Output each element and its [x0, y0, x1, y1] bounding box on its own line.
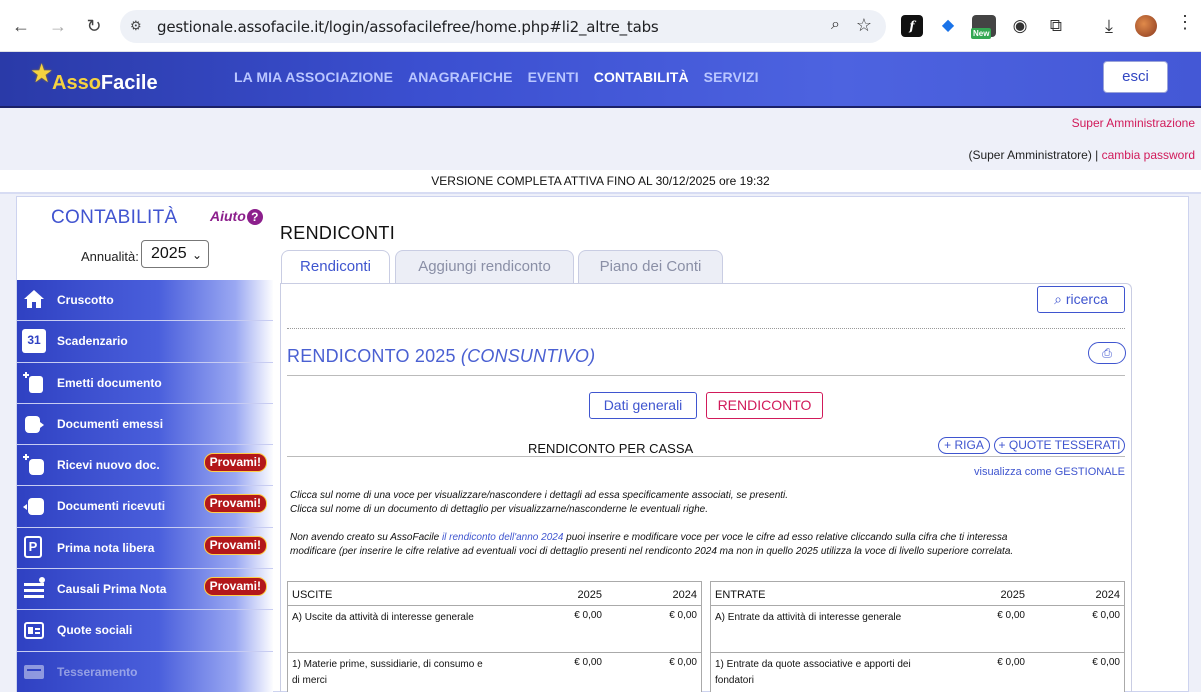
extension-f-icon[interactable]: f: [901, 15, 923, 37]
table-row[interactable]: 1) Materie prime, sussidiarie, di consum…: [288, 653, 701, 692]
general-data-button[interactable]: Dati generali: [589, 392, 697, 419]
instructions-line-2: Clicca sul nome di un documento di detta…: [290, 504, 709, 515]
instructions-paragraph: Non avendo creato su AssoFacile il rendi…: [290, 532, 1014, 557]
zoom-icon[interactable]: ⌕: [831, 16, 840, 34]
provami-badge[interactable]: Provami!: [203, 453, 267, 473]
exit-button[interactable]: esci: [1103, 61, 1168, 93]
help-link[interactable]: Aiuto?: [210, 208, 263, 225]
issued-documents-icon: [22, 412, 46, 436]
provami-badge[interactable]: Provami!: [203, 577, 267, 597]
new-badge: New: [971, 28, 992, 39]
table-row[interactable]: 1) Entrate da quote associative e apport…: [711, 653, 1124, 692]
sub-header: Super Amministrazione (Super Amministrat…: [0, 108, 1201, 170]
membership-card-icon: [22, 660, 46, 684]
menu-accounting[interactable]: CONTABILITÀ: [594, 69, 689, 85]
provami-badge[interactable]: Provami!: [203, 494, 267, 514]
reload-icon[interactable]: ↻: [82, 14, 106, 38]
profile-avatar[interactable]: [1135, 15, 1157, 37]
version-notice: VERSIONE COMPLETA ATTIVA FINO AL 30/12/2…: [0, 170, 1201, 194]
cash-report-title: RENDICONTO PER CASSA: [528, 441, 694, 456]
help-icon: ?: [246, 209, 263, 225]
home-icon: [22, 288, 46, 312]
journal-icon: P: [24, 535, 42, 558]
download-icon[interactable]: ⤓: [1098, 15, 1120, 37]
sidebar-item-emetti-documento[interactable]: Emetti documento: [17, 362, 274, 404]
table-row[interactable]: A) Entrate da attività di interesse gene…: [711, 606, 1124, 653]
rendiconti-panel: ⌕ ricerca RENDICONTO 2025 (CONSUNTIVO) ⎙…: [280, 283, 1132, 692]
back-icon[interactable]: ←: [9, 14, 33, 38]
sidebar-item-documenti-emessi[interactable]: Documenti emessi: [17, 403, 274, 446]
user-role: (Super Amministratore) |: [968, 148, 1099, 162]
report-subtitle: (CONSUNTIVO): [460, 346, 596, 366]
main-content: RENDICONTI Rendiconti Aggiungi rendicont…: [273, 196, 1189, 692]
sidebar-item-scadenzario[interactable]: 31 Scadenzario: [17, 321, 274, 363]
divider: [287, 456, 1125, 457]
sidebar-item-causali-prima-nota[interactable]: Causali Prima Nota Provami!: [17, 569, 274, 611]
change-password-link[interactable]: cambia password: [1102, 148, 1195, 162]
top-menu: LA MIA ASSOCIAZIONE ANAGRAFICHE EVENTI C…: [234, 69, 759, 85]
divider: [287, 328, 1125, 329]
table-row[interactable]: A) Uscite da attività di interesse gener…: [288, 606, 701, 653]
tab-rendiconti[interactable]: Rendiconti: [281, 250, 390, 284]
view-as-management-link[interactable]: visualizza come GESTIONALE: [974, 466, 1125, 478]
printer-icon: ⎙: [1102, 346, 1112, 360]
expenses-table: USCITE 2025 2024 A) Uscite da attività d…: [287, 581, 702, 692]
site-settings-icon[interactable]: ⚙: [130, 18, 142, 34]
sidebar-item-quote-sociali[interactable]: Quote sociali: [17, 610, 274, 652]
search-icon: ⌕: [1054, 291, 1062, 307]
menu-events[interactable]: EVENTI: [528, 69, 579, 85]
calendar-icon: 31: [22, 329, 46, 354]
sidebar-item-documenti-ricevuti[interactable]: Documenti ricevuti Provami!: [17, 486, 274, 528]
report-title: RENDICONTO 2025 (CONSUNTIVO): [287, 346, 596, 366]
browser-menu-icon[interactable]: ⋮: [1176, 12, 1194, 33]
year-label: Annualità:: [81, 249, 139, 264]
income-table: ENTRATE 2025 2024 A) Entrate da attività…: [710, 581, 1125, 692]
provami-badge[interactable]: Provami!: [203, 535, 267, 555]
add-row-button[interactable]: + RIGA: [938, 437, 990, 454]
received-documents-icon: [22, 494, 46, 518]
instructions-line-1: Clicca sul nome di una voce per visualiz…: [290, 490, 789, 501]
list-icon: [22, 577, 46, 601]
sidebar: CONTABILITÀ Aiuto? Annualità: 2025 ⌄ Crus…: [16, 196, 274, 692]
sidebar-item-cruscotto[interactable]: Cruscotto: [17, 280, 274, 322]
url-text: gestionale.assofacile.it/login/assofacil…: [157, 18, 659, 36]
sidebar-title: CONTABILITÀ: [51, 207, 178, 228]
tab-aggiungi-rendiconto[interactable]: Aggiungi rendiconto: [395, 250, 574, 283]
previous-report-link[interactable]: il rendiconto dell'anno 2024: [442, 532, 563, 543]
sidebar-item-tesseramento[interactable]: Tesseramento: [17, 651, 274, 692]
table-header: USCITE 2025 2024: [288, 582, 701, 606]
new-document-icon: [22, 371, 46, 395]
sidebar-item-ricevi-nuovo-doc[interactable]: Ricevi nuovo doc. Provami!: [17, 445, 274, 487]
browser-toolbar: ← → ↻ ⚙ gestionale.assofacile.it/login/a…: [0, 0, 1201, 52]
menu-registry[interactable]: ANAGRAFICHE: [408, 69, 513, 85]
chevron-down-icon: ⌄: [191, 248, 202, 262]
app-header: ★ AssoFacile LA MIA ASSOCIAZIONE ANAGRAF…: [0, 52, 1201, 108]
extensions-puzzle-icon[interactable]: ⧉: [1045, 15, 1067, 37]
page-gutter: [1189, 196, 1201, 692]
divider: [287, 375, 1125, 376]
add-member-fees-button[interactable]: + QUOTE TESSERATI: [994, 437, 1125, 454]
membership-fees-icon: [22, 618, 46, 642]
receive-document-icon: [22, 453, 46, 477]
page-title: RENDICONTI: [280, 223, 395, 243]
menu-services[interactable]: SERVIZI: [704, 69, 759, 85]
sidebar-menu: Cruscotto 31 Scadenzario Emetti document…: [17, 280, 274, 692]
user-line: (Super Amministratore) | cambia password: [968, 148, 1195, 162]
address-bar[interactable]: ⚙ gestionale.assofacile.it/login/assofac…: [120, 10, 886, 43]
extension-new-icon[interactable]: New: [971, 15, 996, 39]
super-admin-link[interactable]: Super Amministrazione: [1072, 116, 1195, 130]
search-button[interactable]: ⌕ ricerca: [1037, 286, 1125, 313]
extension-password-icon[interactable]: ◉: [1009, 15, 1031, 37]
report-button[interactable]: RENDICONTO: [706, 392, 823, 419]
forward-icon[interactable]: →: [46, 14, 70, 38]
extension-tag-icon[interactable]: ◆: [937, 15, 959, 37]
tab-piano-dei-conti[interactable]: Piano dei Conti: [578, 250, 723, 283]
logo-star-icon: ★: [30, 58, 54, 88]
menu-my-association[interactable]: LA MIA ASSOCIAZIONE: [234, 69, 393, 85]
table-header: ENTRATE 2025 2024: [711, 582, 1124, 606]
print-button[interactable]: ⎙: [1088, 342, 1126, 364]
sidebar-item-prima-nota-libera[interactable]: P Prima nota libera Provami!: [17, 527, 274, 570]
bookmark-star-icon[interactable]: ☆: [856, 15, 872, 36]
year-select[interactable]: 2025 ⌄: [141, 240, 209, 268]
